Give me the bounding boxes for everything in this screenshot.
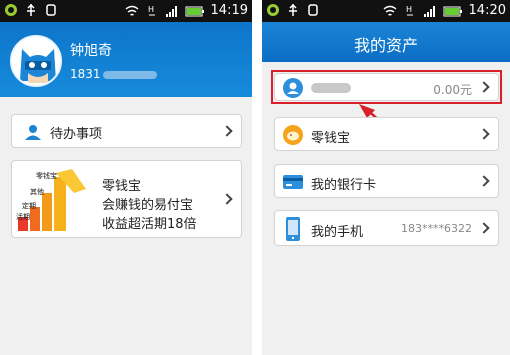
account-row[interactable]: 0.00元 xyxy=(274,73,499,101)
app-notification-icon xyxy=(267,4,279,16)
data-h-icon: H xyxy=(148,5,155,15)
promo-line2: 会赚钱的易付宝 xyxy=(102,198,194,213)
todo-label: 待办事项 xyxy=(50,127,103,142)
todo-row[interactable]: 待办事项 xyxy=(11,114,242,148)
usb-icon xyxy=(289,3,297,16)
right-screen: H 14:20 我的资产 0.00元 零钱宝 我的银行卡 我的手机 183***… xyxy=(262,0,510,355)
promo-card[interactable]: 零钱宝 其他 定期 活期 零钱宝 会赚钱的易付宝 收益超活期18倍 xyxy=(11,160,242,238)
profile-header: 钟旭奇 1831 xyxy=(0,22,252,97)
chart-label-1: 其他 xyxy=(30,187,44,196)
asset-label: 零钱宝 xyxy=(311,131,351,146)
promo-line3: 收益超活期18倍 xyxy=(102,217,197,232)
asset-row-bankcard[interactable]: 我的银行卡 xyxy=(274,164,499,198)
page-title: 我的资产 xyxy=(353,36,418,55)
asset-row-phone[interactable]: 我的手机 183****6322 xyxy=(274,210,499,246)
status-bar: H 14:19 xyxy=(0,0,252,22)
chart-label-0: 零钱宝 xyxy=(36,171,57,180)
app-notification-icon xyxy=(5,4,17,16)
phone-prefix: 1831 xyxy=(70,67,101,81)
chevron-right-icon xyxy=(478,128,490,140)
bank-card-icon xyxy=(283,175,303,189)
person-icon xyxy=(25,125,41,140)
signal-icon xyxy=(423,5,435,17)
data-h-icon: H xyxy=(406,5,413,15)
left-screen: H 14:19 钟旭奇 1831 待办事项 零钱宝 其他 定期 活期 零钱宝 会… xyxy=(0,0,252,355)
asset-row-lingqianbao[interactable]: 零钱宝 xyxy=(274,117,499,151)
wifi-icon xyxy=(383,5,396,16)
user-icon xyxy=(283,78,303,98)
battery-icon xyxy=(443,6,462,16)
chevron-right-icon xyxy=(478,175,490,187)
avatar[interactable] xyxy=(10,35,62,87)
chart-label-2: 定期 xyxy=(22,201,36,210)
chevron-right-icon xyxy=(221,125,233,137)
account-amount: 0.00元 xyxy=(433,83,472,97)
chevron-right-icon xyxy=(478,222,490,234)
bar-growth-illustration: 零钱宝 其他 定期 活期 xyxy=(16,169,86,231)
blurred-account-name xyxy=(311,83,351,93)
chevron-right-icon xyxy=(478,81,490,93)
profile-name: 钟旭奇 xyxy=(70,43,112,59)
asset-phone-value: 183****6322 xyxy=(401,222,472,235)
title-bar: 我的资产 xyxy=(262,22,510,62)
asset-label: 我的银行卡 xyxy=(311,178,377,193)
batman-avatar-icon xyxy=(12,37,60,85)
coin-pig-icon xyxy=(283,125,303,145)
usb-icon xyxy=(27,3,35,16)
blurred-phone xyxy=(102,70,157,79)
chevron-right-icon xyxy=(221,193,233,205)
battery-icon xyxy=(185,6,204,16)
clock: 14:19 xyxy=(210,3,248,18)
svg-text:H: H xyxy=(406,5,412,14)
asset-label: 我的手机 xyxy=(311,225,364,240)
svg-text:H: H xyxy=(148,5,154,14)
debug-icon xyxy=(308,4,318,16)
promo-title: 零钱宝 xyxy=(102,179,142,194)
mobile-phone-icon xyxy=(286,217,300,241)
clock: 14:20 xyxy=(468,3,506,18)
status-bar: H 14:20 xyxy=(262,0,510,22)
profile-phone: 1831 xyxy=(70,67,157,81)
wifi-icon xyxy=(125,5,138,16)
signal-icon xyxy=(165,5,177,17)
chart-label-3: 活期 xyxy=(16,212,30,221)
debug-icon xyxy=(46,4,56,16)
